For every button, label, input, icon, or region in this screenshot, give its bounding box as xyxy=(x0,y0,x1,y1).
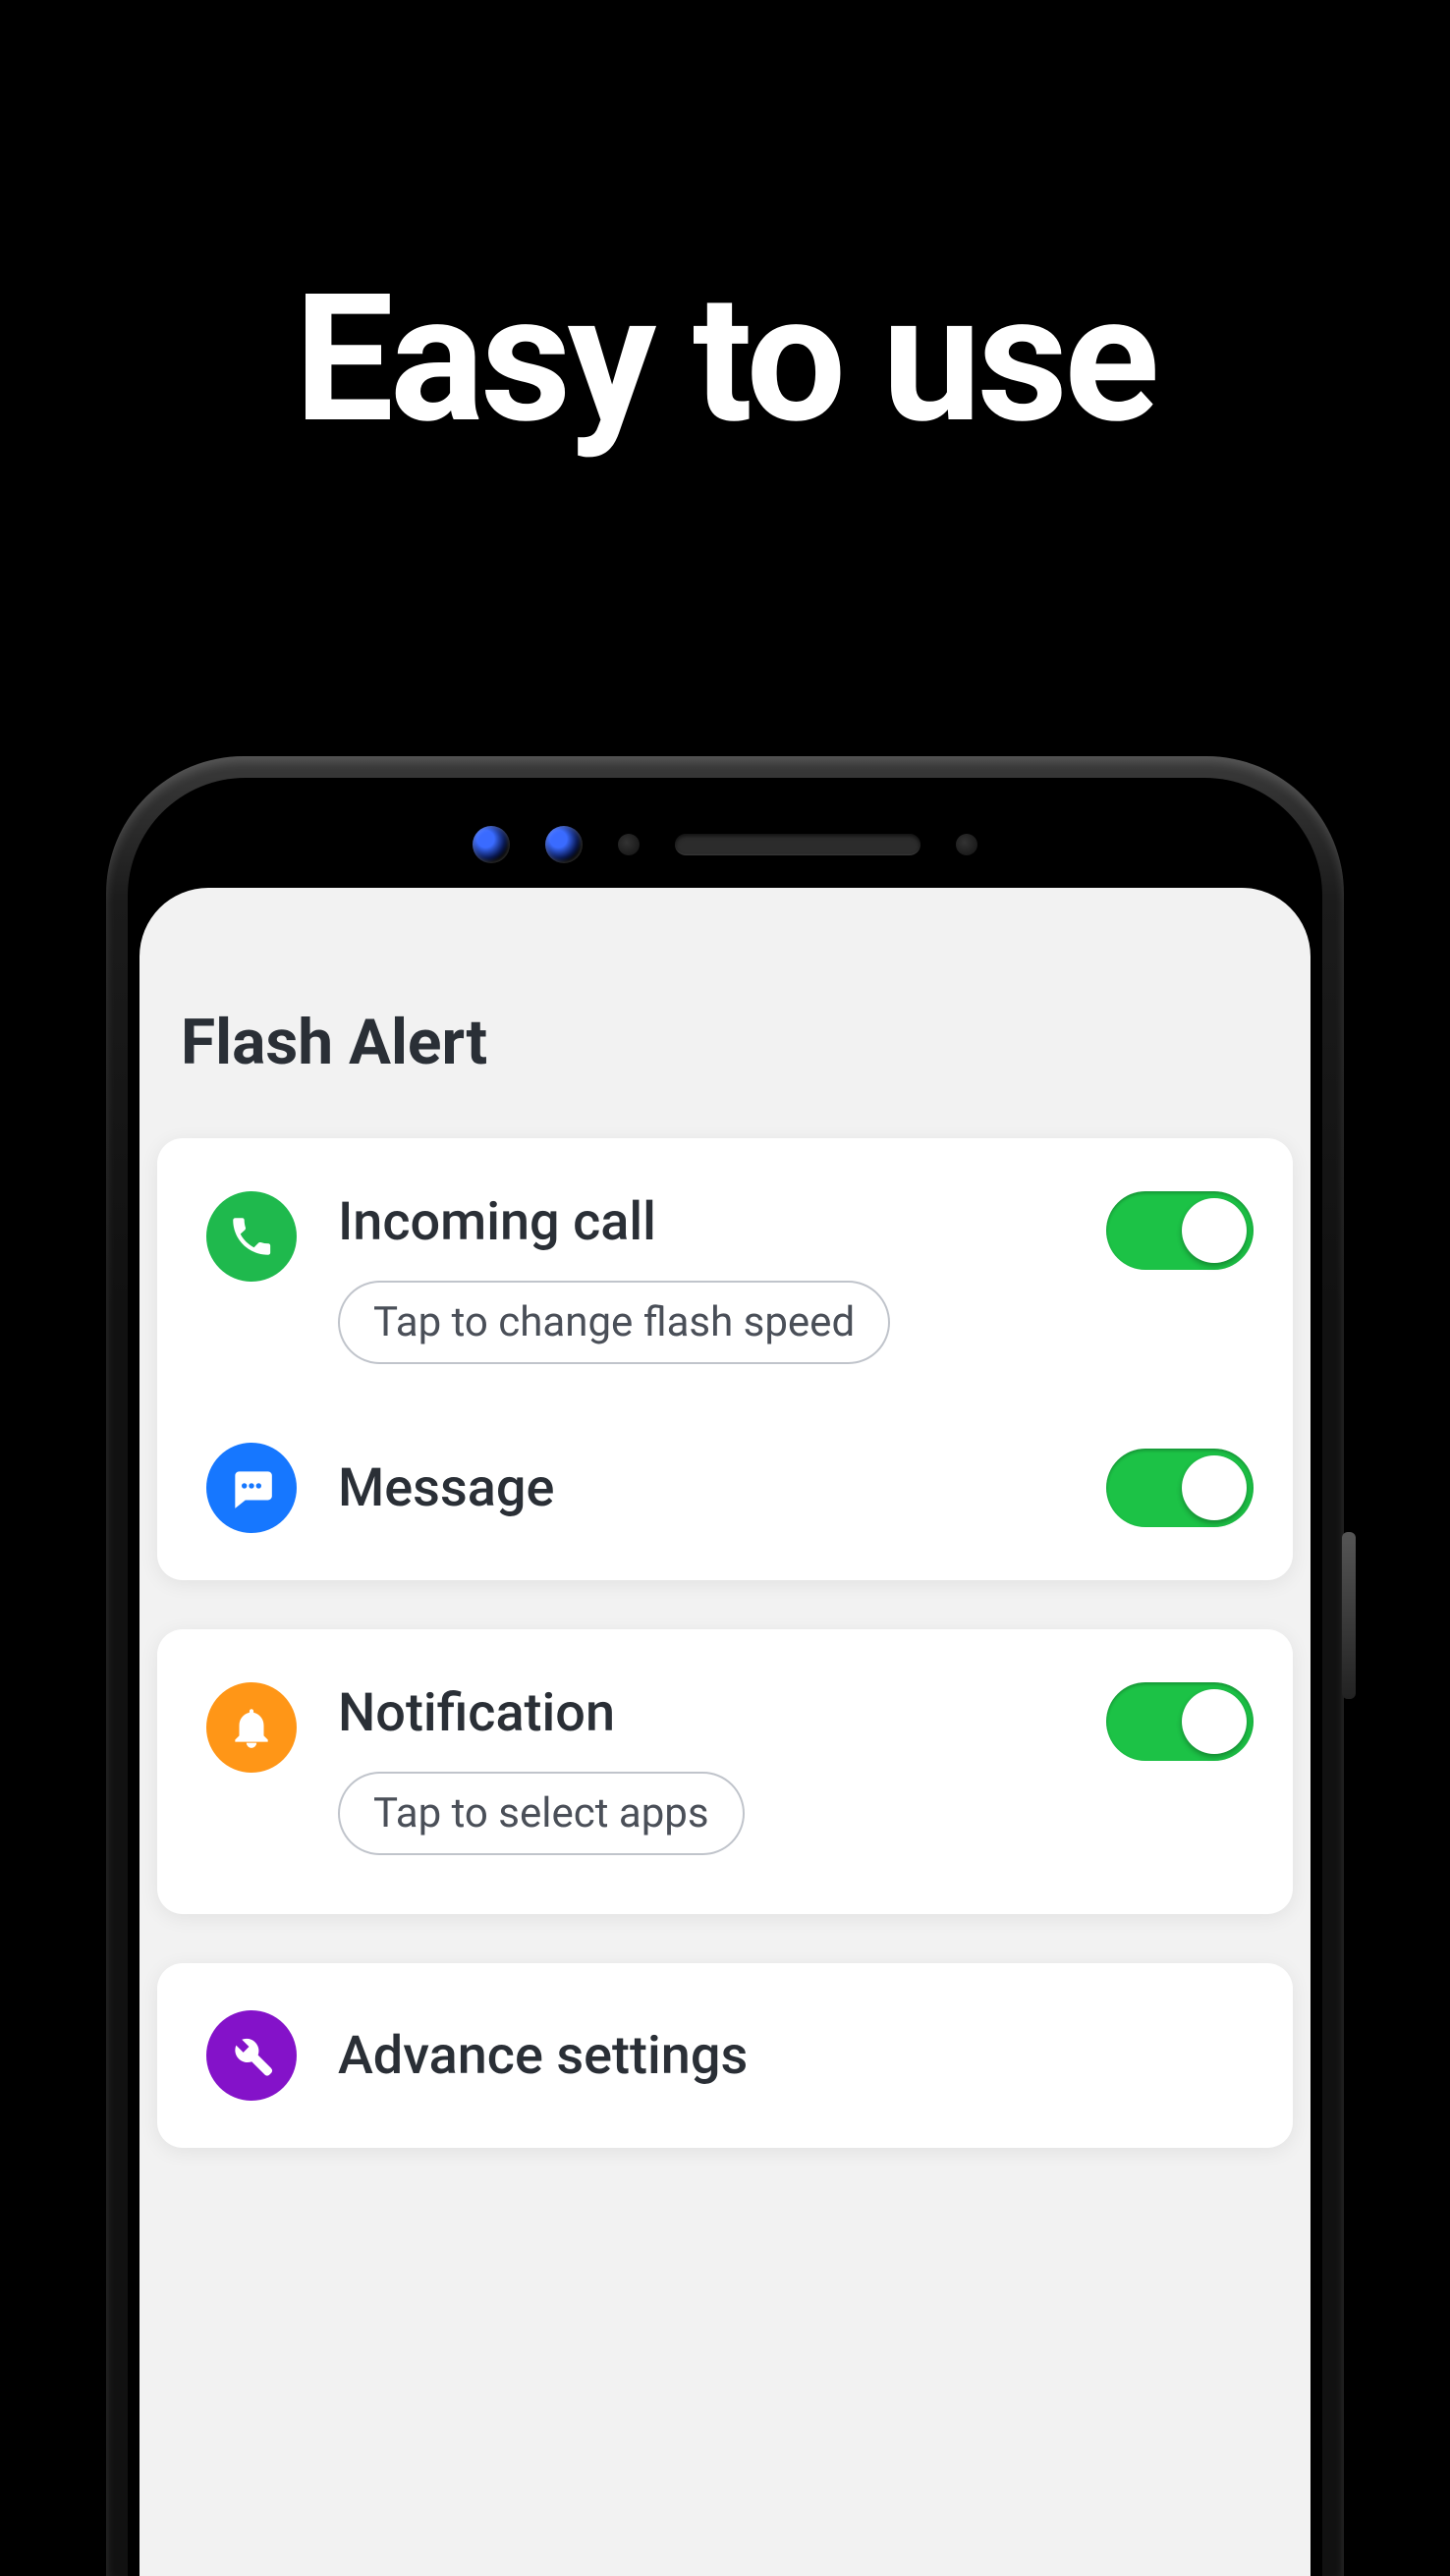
message-icon xyxy=(206,1443,297,1533)
toggle-message[interactable] xyxy=(1106,1449,1254,1527)
row-title: Message xyxy=(338,1457,1065,1519)
headline: Easy to use xyxy=(0,255,1450,463)
bell-icon xyxy=(206,1682,297,1773)
row-message[interactable]: Message xyxy=(157,1409,1293,1566)
sensor-dot-icon xyxy=(618,834,640,855)
phone-bezel: Flash Alert Incoming call Tap to change … xyxy=(128,778,1322,2576)
toggle-notification[interactable] xyxy=(1106,1682,1254,1761)
phone-sensor-bar xyxy=(128,815,1322,874)
row-incoming-call[interactable]: Incoming call Tap to change flash speed xyxy=(157,1152,1293,1409)
app-screen: Flash Alert Incoming call Tap to change … xyxy=(139,888,1311,2576)
phone-icon xyxy=(206,1191,297,1282)
front-camera-icon xyxy=(545,826,583,863)
settings-card: Advance settings xyxy=(157,1963,1293,2148)
phone-side-button xyxy=(1342,1532,1356,1699)
sensor-dot-icon xyxy=(956,834,977,855)
select-apps-chip[interactable]: Tap to select apps xyxy=(338,1772,745,1855)
phone-frame: Flash Alert Incoming call Tap to change … xyxy=(106,756,1344,2576)
promo-stage: Easy to use Flash Alert xyxy=(0,0,1450,2576)
row-title: Notification xyxy=(338,1682,1065,1744)
row-title: Advance settings xyxy=(338,2025,1254,2087)
row-notification[interactable]: Notification Tap to select apps xyxy=(157,1643,1293,1900)
row-title: Incoming call xyxy=(338,1191,1065,1253)
page-title: Flash Alert xyxy=(139,888,1311,1138)
row-advance-settings[interactable]: Advance settings xyxy=(157,1977,1293,2134)
toggle-incoming-call[interactable] xyxy=(1106,1191,1254,1270)
settings-card: Incoming call Tap to change flash speed … xyxy=(157,1138,1293,1580)
settings-card: Notification Tap to select apps xyxy=(157,1629,1293,1914)
earpiece-speaker xyxy=(675,834,920,855)
flash-speed-chip[interactable]: Tap to change flash speed xyxy=(338,1281,890,1364)
front-camera-icon xyxy=(473,826,510,863)
wrench-icon xyxy=(206,2010,297,2101)
